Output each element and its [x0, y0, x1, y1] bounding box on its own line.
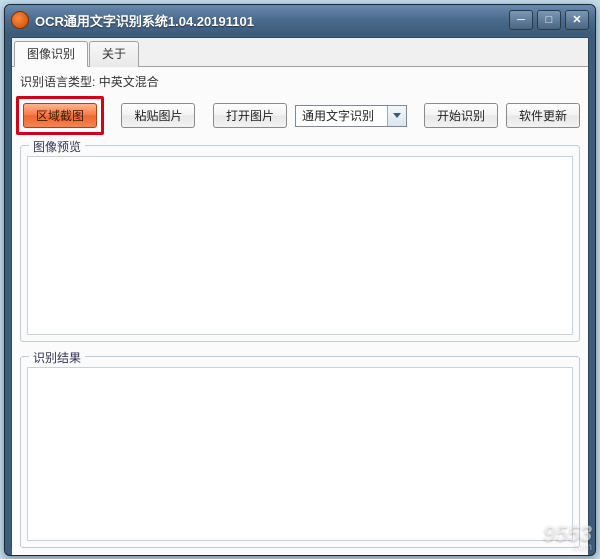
- result-legend: 识别结果: [29, 349, 85, 366]
- image-preview-area: [27, 156, 573, 335]
- window-title: OCR通用文字识别系统1.04.20191101: [35, 11, 509, 30]
- minimize-button[interactable]: ─: [509, 10, 533, 30]
- toolbar-row: 区域截图 粘贴图片 打开图片 通用文字识别 开始识别 软件更新: [20, 96, 580, 135]
- client-area: 图像识别 关于 识别语言类型: 中英文混合 区域截图 粘贴图片 打开图片 通用文…: [11, 37, 589, 549]
- titlebar[interactable]: OCR通用文字识别系统1.04.20191101 ─ □ ✕: [5, 5, 595, 35]
- tabpage-image: 识别语言类型: 中英文混合 区域截图 粘贴图片 打开图片 通用文字识别: [12, 67, 588, 556]
- result-area-wrapper: [27, 367, 573, 541]
- software-update-button[interactable]: 软件更新: [506, 103, 580, 128]
- screenshot-button[interactable]: 区域截图: [23, 103, 97, 128]
- close-button[interactable]: ✕: [565, 10, 589, 30]
- start-recognition-button[interactable]: 开始识别: [424, 103, 498, 128]
- app-icon: [11, 11, 29, 29]
- chevron-down-icon[interactable]: [387, 106, 406, 126]
- language-row: 识别语言类型: 中英文混合: [20, 73, 580, 90]
- tabstrip: 图像识别 关于: [12, 38, 588, 67]
- result-group: 识别结果: [20, 356, 580, 548]
- image-preview-group: 图像预览: [20, 145, 580, 342]
- language-label: 识别语言类型:: [20, 75, 95, 89]
- image-preview-legend: 图像预览: [29, 138, 85, 155]
- open-image-button[interactable]: 打开图片: [213, 103, 287, 128]
- maximize-button[interactable]: □: [537, 10, 561, 30]
- app-window: OCR通用文字识别系统1.04.20191101 ─ □ ✕ 图像识别 关于 识…: [4, 4, 596, 556]
- paste-image-button[interactable]: 粘贴图片: [121, 103, 195, 128]
- language-value: 中英文混合: [99, 75, 159, 89]
- window-controls: ─ □ ✕: [509, 10, 589, 30]
- tab-image-recognition[interactable]: 图像识别: [14, 41, 88, 67]
- tab-about[interactable]: 关于: [89, 41, 139, 67]
- result-textarea[interactable]: [28, 368, 572, 540]
- mode-select[interactable]: 通用文字识别: [295, 105, 407, 127]
- mode-select-value: 通用文字识别: [296, 107, 387, 124]
- screenshot-highlight: 区域截图: [16, 96, 104, 135]
